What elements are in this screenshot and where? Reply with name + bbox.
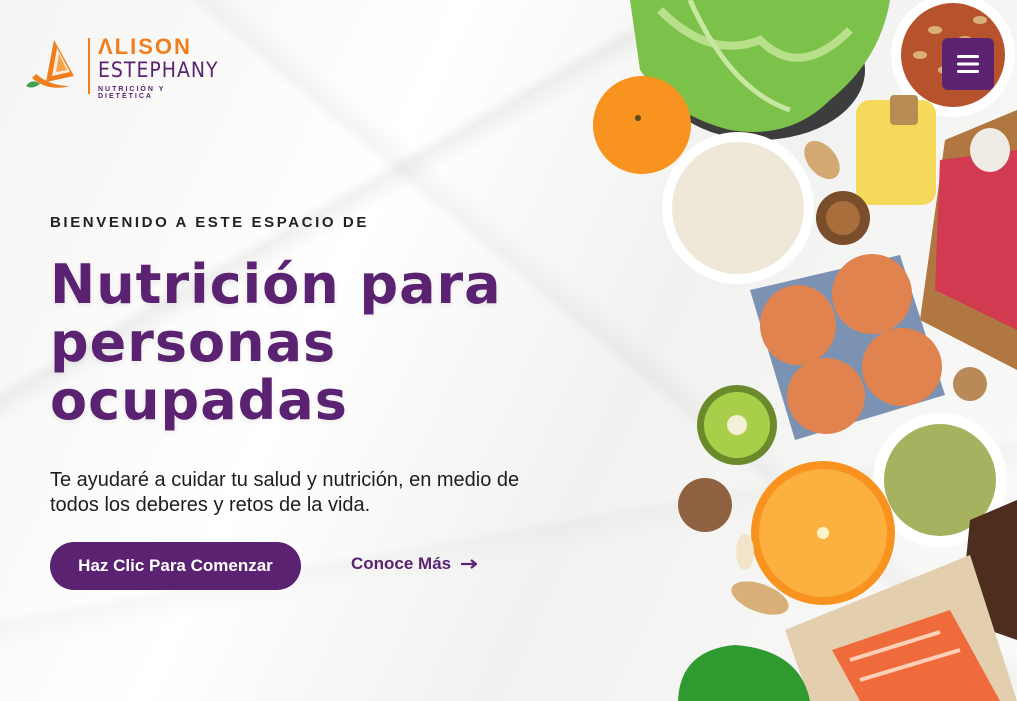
headline-line-1: Nutrición para <box>50 253 502 316</box>
arrow-right-icon <box>461 559 478 569</box>
logo-divider <box>88 38 90 94</box>
brand-name-first: ΛLISON <box>98 34 192 59</box>
healthy-food-photo <box>593 0 1017 701</box>
hero-eyebrow: BIENVENIDO A ESTE ESPACIO DE <box>50 214 369 231</box>
headline-line-3: ocupadas <box>50 369 348 432</box>
learn-more-link[interactable]: Conoce Más <box>351 554 478 574</box>
hero-subtitle: Te ayudaré a cuidar tu salud y nutrición… <box>50 469 520 516</box>
learn-more-label: Conoce Más <box>351 554 452 573</box>
hero-headline: Nutrición para personas ocupadas <box>50 256 610 430</box>
brand-logo[interactable]: ΛLISON ESTEPHANY NUTRICIÓN Y DIETÉTICA <box>26 34 219 100</box>
start-button[interactable]: Haz Clic Para Comenzar <box>50 542 301 590</box>
brand-tagline: NUTRICIÓN Y DIETÉTICA <box>98 86 166 100</box>
brand-name-last: ESTEPHANY <box>98 58 219 82</box>
menu-button[interactable] <box>942 38 994 90</box>
hamburger-menu-icon <box>957 55 979 73</box>
orange-slice-logo-icon <box>26 40 74 88</box>
headline-line-2: personas <box>50 311 337 374</box>
